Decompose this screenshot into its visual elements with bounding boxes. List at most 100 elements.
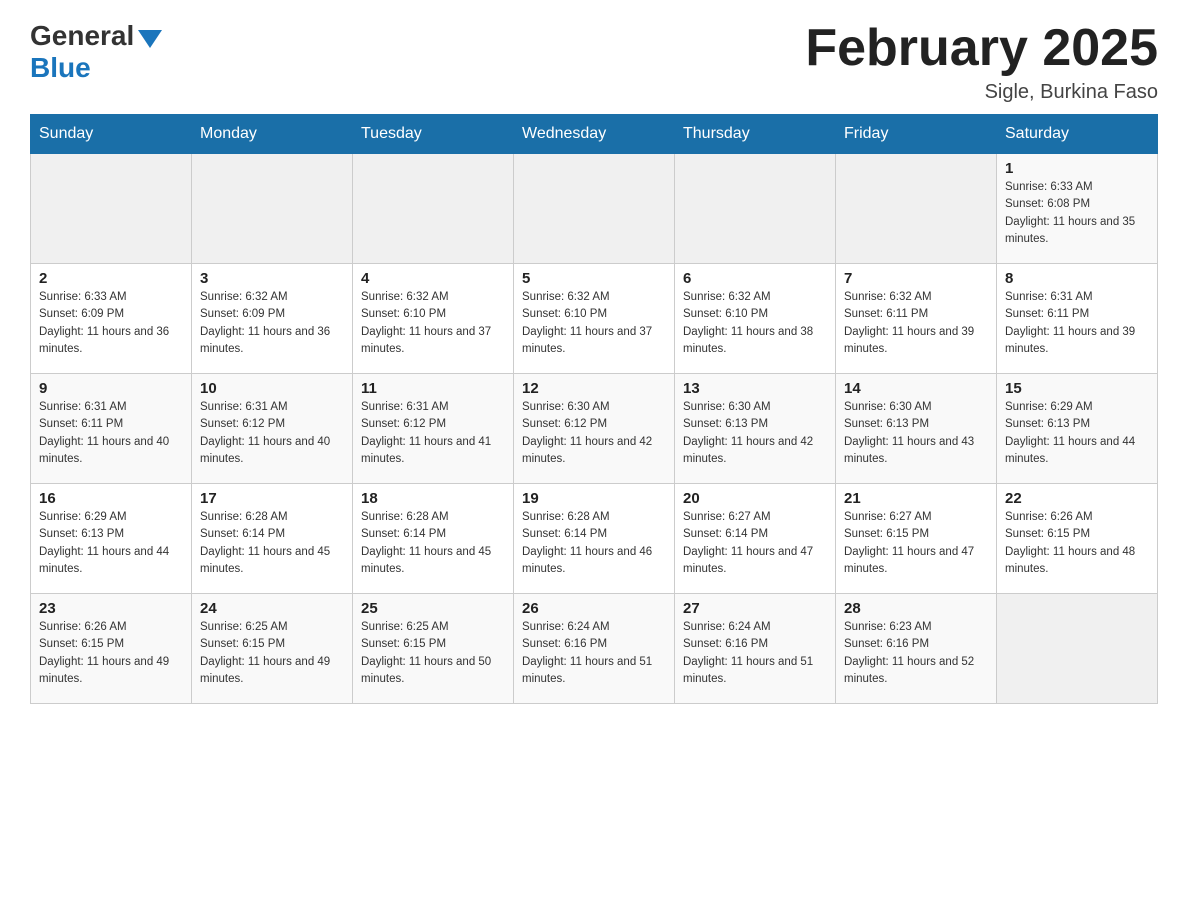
calendar-cell — [192, 154, 353, 264]
calendar-cell: 17 Sunrise: 6:28 AM Sunset: 6:14 PM Dayli… — [192, 484, 353, 594]
day-number: 28 — [844, 600, 988, 617]
day-info: Sunrise: 6:26 AM Sunset: 6:15 PM Dayligh… — [1005, 509, 1149, 578]
day-info: Sunrise: 6:28 AM Sunset: 6:14 PM Dayligh… — [522, 509, 666, 578]
day-number: 13 — [683, 380, 827, 397]
day-number: 19 — [522, 490, 666, 507]
day-number: 5 — [522, 270, 666, 287]
day-info: Sunrise: 6:32 AM Sunset: 6:11 PM Dayligh… — [844, 289, 988, 358]
day-number: 26 — [522, 600, 666, 617]
day-info: Sunrise: 6:33 AM Sunset: 6:08 PM Dayligh… — [1005, 179, 1149, 248]
logo-blue-text: Blue — [30, 52, 91, 84]
calendar-cell: 25 Sunrise: 6:25 AM Sunset: 6:15 PM Dayli… — [353, 594, 514, 704]
day-info: Sunrise: 6:27 AM Sunset: 6:15 PM Dayligh… — [844, 509, 988, 578]
day-info: Sunrise: 6:31 AM Sunset: 6:12 PM Dayligh… — [200, 399, 344, 468]
calendar-cell: 3 Sunrise: 6:32 AM Sunset: 6:09 PM Daylig… — [192, 264, 353, 374]
day-info: Sunrise: 6:24 AM Sunset: 6:16 PM Dayligh… — [522, 619, 666, 688]
calendar-cell: 20Sunrise: 6:27 AM Sunset: 6:14 PM Dayli… — [675, 484, 836, 594]
header-day-monday: Monday — [192, 115, 353, 154]
calendar-cell: 16 Sunrise: 6:29 AM Sunset: 6:13 PM Dayli… — [31, 484, 192, 594]
calendar-cell: 8 Sunrise: 6:31 AM Sunset: 6:11 PM Daylig… — [997, 264, 1158, 374]
month-title: February 2025 — [805, 20, 1158, 77]
calendar-cell: 13Sunrise: 6:30 AM Sunset: 6:13 PM Dayli… — [675, 374, 836, 484]
header: General Blue February 2025 Sigle, Burkin… — [30, 20, 1158, 104]
calendar-week-row: 1 Sunrise: 6:33 AM Sunset: 6:08 PM Daylig… — [31, 154, 1158, 264]
day-number: 25 — [361, 600, 505, 617]
calendar-cell: 4 Sunrise: 6:32 AM Sunset: 6:10 PM Daylig… — [353, 264, 514, 374]
day-info: Sunrise: 6:32 AM Sunset: 6:10 PM Dayligh… — [522, 289, 666, 358]
day-number: 10 — [200, 380, 344, 397]
logo-arrow-icon — [138, 30, 162, 48]
calendar-cell: 7Sunrise: 6:32 AM Sunset: 6:11 PM Daylig… — [836, 264, 997, 374]
day-info: Sunrise: 6:29 AM Sunset: 6:13 PM Dayligh… — [39, 509, 183, 578]
header-day-tuesday: Tuesday — [353, 115, 514, 154]
day-info: Sunrise: 6:28 AM Sunset: 6:14 PM Dayligh… — [361, 509, 505, 578]
calendar-cell: 5 Sunrise: 6:32 AM Sunset: 6:10 PM Daylig… — [514, 264, 675, 374]
header-day-thursday: Thursday — [675, 115, 836, 154]
calendar-cell: 24Sunrise: 6:25 AM Sunset: 6:15 PM Dayli… — [192, 594, 353, 704]
day-number: 17 — [200, 490, 344, 507]
calendar-cell: 14 Sunrise: 6:30 AM Sunset: 6:13 PM Dayli… — [836, 374, 997, 484]
header-day-wednesday: Wednesday — [514, 115, 675, 154]
day-info: Sunrise: 6:31 AM Sunset: 6:11 PM Dayligh… — [39, 399, 183, 468]
day-info: Sunrise: 6:27 AM Sunset: 6:14 PM Dayligh… — [683, 509, 827, 578]
day-info: Sunrise: 6:32 AM Sunset: 6:10 PM Dayligh… — [683, 289, 827, 358]
calendar-header-row: SundayMondayTuesdayWednesdayThursdayFrid… — [31, 115, 1158, 154]
calendar-cell — [675, 154, 836, 264]
calendar-cell: 28 Sunrise: 6:23 AM Sunset: 6:16 PM Dayli… — [836, 594, 997, 704]
day-number: 23 — [39, 600, 183, 617]
calendar-cell: 11 Sunrise: 6:31 AM Sunset: 6:12 PM Dayli… — [353, 374, 514, 484]
calendar-cell: 2Sunrise: 6:33 AM Sunset: 6:09 PM Daylig… — [31, 264, 192, 374]
calendar-week-row: 9Sunrise: 6:31 AM Sunset: 6:11 PM Daylig… — [31, 374, 1158, 484]
calendar-cell — [514, 154, 675, 264]
day-number: 4 — [361, 270, 505, 287]
calendar-cell: 12 Sunrise: 6:30 AM Sunset: 6:12 PM Dayli… — [514, 374, 675, 484]
day-number: 3 — [200, 270, 344, 287]
day-number: 27 — [683, 600, 827, 617]
day-info: Sunrise: 6:32 AM Sunset: 6:10 PM Dayligh… — [361, 289, 505, 358]
calendar-cell: 9Sunrise: 6:31 AM Sunset: 6:11 PM Daylig… — [31, 374, 192, 484]
calendar-cell — [353, 154, 514, 264]
day-info: Sunrise: 6:24 AM Sunset: 6:16 PM Dayligh… — [683, 619, 827, 688]
day-info: Sunrise: 6:30 AM Sunset: 6:12 PM Dayligh… — [522, 399, 666, 468]
day-number: 12 — [522, 380, 666, 397]
calendar-week-row: 23 Sunrise: 6:26 AM Sunset: 6:15 PM Dayli… — [31, 594, 1158, 704]
calendar-cell: 21 Sunrise: 6:27 AM Sunset: 6:15 PM Dayli… — [836, 484, 997, 594]
day-number: 2 — [39, 270, 183, 287]
logo: General Blue — [30, 20, 162, 84]
location: Sigle, Burkina Faso — [805, 81, 1158, 104]
calendar-cell — [836, 154, 997, 264]
day-number: 21 — [844, 490, 988, 507]
day-info: Sunrise: 6:23 AM Sunset: 6:16 PM Dayligh… — [844, 619, 988, 688]
day-number: 1 — [1005, 160, 1149, 177]
header-day-friday: Friday — [836, 115, 997, 154]
day-info: Sunrise: 6:30 AM Sunset: 6:13 PM Dayligh… — [844, 399, 988, 468]
day-info: Sunrise: 6:26 AM Sunset: 6:15 PM Dayligh… — [39, 619, 183, 688]
day-info: Sunrise: 6:31 AM Sunset: 6:12 PM Dayligh… — [361, 399, 505, 468]
day-number: 16 — [39, 490, 183, 507]
header-day-sunday: Sunday — [31, 115, 192, 154]
day-info: Sunrise: 6:31 AM Sunset: 6:11 PM Dayligh… — [1005, 289, 1149, 358]
day-info: Sunrise: 6:32 AM Sunset: 6:09 PM Dayligh… — [200, 289, 344, 358]
calendar-cell: 18Sunrise: 6:28 AM Sunset: 6:14 PM Dayli… — [353, 484, 514, 594]
calendar-cell: 6 Sunrise: 6:32 AM Sunset: 6:10 PM Daylig… — [675, 264, 836, 374]
day-info: Sunrise: 6:25 AM Sunset: 6:15 PM Dayligh… — [361, 619, 505, 688]
calendar-cell: 19 Sunrise: 6:28 AM Sunset: 6:14 PM Dayli… — [514, 484, 675, 594]
calendar-table: SundayMondayTuesdayWednesdayThursdayFrid… — [30, 114, 1158, 704]
calendar-cell — [997, 594, 1158, 704]
calendar-cell: 23 Sunrise: 6:26 AM Sunset: 6:15 PM Dayli… — [31, 594, 192, 704]
calendar-cell: 27 Sunrise: 6:24 AM Sunset: 6:16 PM Dayli… — [675, 594, 836, 704]
calendar-cell — [31, 154, 192, 264]
title-area: February 2025 Sigle, Burkina Faso — [805, 20, 1158, 104]
header-day-saturday: Saturday — [997, 115, 1158, 154]
calendar-cell: 26 Sunrise: 6:24 AM Sunset: 6:16 PM Dayli… — [514, 594, 675, 704]
day-number: 24 — [200, 600, 344, 617]
day-info: Sunrise: 6:29 AM Sunset: 6:13 PM Dayligh… — [1005, 399, 1149, 468]
day-number: 8 — [1005, 270, 1149, 287]
calendar-cell: 10 Sunrise: 6:31 AM Sunset: 6:12 PM Dayli… — [192, 374, 353, 484]
day-number: 14 — [844, 380, 988, 397]
calendar-cell: 22 Sunrise: 6:26 AM Sunset: 6:15 PM Dayli… — [997, 484, 1158, 594]
day-number: 6 — [683, 270, 827, 287]
day-info: Sunrise: 6:28 AM Sunset: 6:14 PM Dayligh… — [200, 509, 344, 578]
day-number: 11 — [361, 380, 505, 397]
day-number: 22 — [1005, 490, 1149, 507]
